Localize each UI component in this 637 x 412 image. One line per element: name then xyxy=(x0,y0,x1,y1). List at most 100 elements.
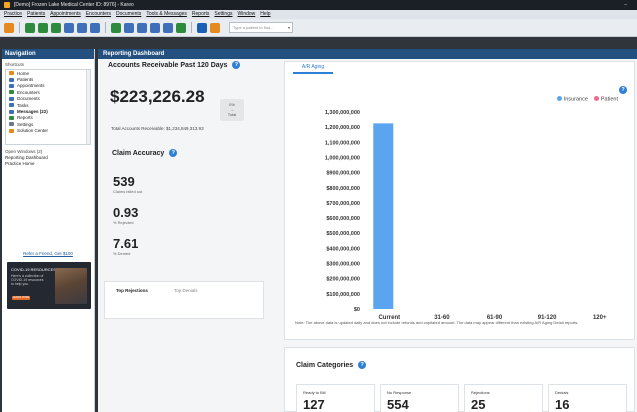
dashboard-header: Reporting Dashboard xyxy=(98,49,637,59)
ar-title-text: Accounts Receivable Past 120 Days xyxy=(108,61,228,69)
menu-practice[interactable]: Practice xyxy=(4,10,22,19)
claim-categories-title: Claim Categories ? xyxy=(296,361,367,369)
category-label: Rejections xyxy=(471,390,490,395)
toolbar-separator xyxy=(191,22,192,33)
refer-a-friend-link[interactable]: Refer a Friend, Get $100 xyxy=(2,251,94,256)
menu-patients[interactable]: Patients xyxy=(27,10,45,19)
sidebar-item-label: Encounters xyxy=(17,89,40,95)
toolbar-icon[interactable] xyxy=(4,22,14,33)
accounts-receivable-card: Accounts Receivable Past 120 Days ? $223… xyxy=(108,61,266,131)
tab-top-rejections[interactable]: Top Rejections xyxy=(116,288,148,293)
app-logo-icon xyxy=(4,2,10,8)
promo-photo xyxy=(55,268,87,304)
reports-icon xyxy=(9,115,14,120)
menu-bar: Practice Patients Appointments Encounter… xyxy=(0,10,637,19)
chevron-down-icon[interactable]: ▾ xyxy=(288,23,290,33)
open-window-practice-home[interactable]: Practice Home xyxy=(2,161,94,167)
y-tick-label: 1,200,000,000 xyxy=(325,125,360,131)
menu-appointments[interactable]: Appointments xyxy=(50,10,81,19)
toolbar-icon[interactable] xyxy=(64,22,74,33)
settings-icon xyxy=(9,122,14,127)
toolbar-icon[interactable] xyxy=(124,22,134,33)
toolbar-icon[interactable] xyxy=(111,22,121,33)
menu-tools-messages[interactable]: Tools & Messages xyxy=(146,10,187,19)
toolbar-icon[interactable] xyxy=(176,22,186,33)
ar-amount: $223,226.28 xyxy=(110,87,205,106)
y-tick-label: $200,000,000 xyxy=(326,277,360,283)
menu-reports[interactable]: Reports xyxy=(192,10,210,19)
stat-claims-billed: 539 Claims billed out xyxy=(113,174,142,194)
ar-aging-bar-chart: $0 $100,000,000 $200,000,000 $300,000,000 $4… xyxy=(325,110,607,321)
patient-search-input[interactable]: Type a patient to find... ▾ xyxy=(229,22,293,33)
category-value: 127 xyxy=(303,397,325,412)
covid-resources-banner[interactable]: COVID-19 RESOURCES Here's a collection o… xyxy=(7,262,91,309)
sidebar-item-label: Reports xyxy=(17,115,33,121)
category-ready-to-bill[interactable]: Ready to Bill 127 xyxy=(296,384,375,412)
category-label: Ready to Bill xyxy=(303,390,326,395)
help-icon[interactable]: ? xyxy=(232,61,241,69)
toolbar-separator xyxy=(19,22,20,33)
category-value: 16 xyxy=(555,397,570,412)
toolbar-icon[interactable] xyxy=(77,22,87,33)
help-icon[interactable]: ? xyxy=(169,149,178,157)
minimize-button[interactable]: – xyxy=(624,0,627,10)
toolbar-icon[interactable] xyxy=(25,22,35,33)
home-icon xyxy=(9,71,14,76)
window-title: [Demo] Frozen Lake Medical Center ID: 89… xyxy=(14,2,134,8)
toolbar-icon[interactable] xyxy=(137,22,147,33)
stat-label: % Denied xyxy=(113,251,131,256)
y-tick-label: $100,000,000 xyxy=(326,292,360,298)
category-denials[interactable]: Denials 16 xyxy=(548,384,627,412)
y-tick-label: $900,000,000 xyxy=(326,171,360,177)
stat-denied: 7.61 % Denied xyxy=(113,236,138,256)
top-rejections-card: Top Rejections Top Denials xyxy=(104,281,264,319)
y-tick-label: $0 xyxy=(354,307,360,313)
reporting-dashboard: Reporting Dashboard Accounts Receivable … xyxy=(98,49,637,412)
claim-accuracy-title-text: Claim Accuracy xyxy=(112,149,165,157)
ar-total-text: Total Accounts Receivable: $1,234,849,31… xyxy=(111,126,204,131)
sidebar-item-label: Documents xyxy=(17,96,40,102)
toolbar-icon[interactable] xyxy=(51,22,61,33)
claim-categories-title-text: Claim Categories xyxy=(296,361,354,369)
shortcuts-scrollbar[interactable] xyxy=(86,70,90,144)
sidebar-item-label: Patients xyxy=(17,77,34,83)
toolbar-icon[interactable] xyxy=(38,22,48,33)
tasks-icon xyxy=(9,103,14,108)
ar-aging-card: A/R Aging ? Insurance Patient $0 $100,000… xyxy=(284,61,635,340)
toolbar-separator xyxy=(105,22,106,33)
category-value: 554 xyxy=(387,397,409,412)
category-no-response[interactable]: No Response 554 xyxy=(380,384,459,412)
stat-label: % Rejected xyxy=(113,220,134,225)
menu-encounters[interactable]: Encounters xyxy=(86,10,111,19)
stat-label: Claims billed out xyxy=(113,189,143,194)
learn-more-button[interactable]: LEARN MORE xyxy=(12,296,30,300)
bar-insurance[interactable] xyxy=(373,123,394,309)
category-rejections[interactable]: Rejections 25 xyxy=(464,384,543,412)
window-titlebar: [Demo] Frozen Lake Medical Center ID: 89… xyxy=(0,0,637,10)
tab-ar-aging[interactable]: A/R Aging xyxy=(293,62,333,74)
menu-window[interactable]: Window xyxy=(237,10,255,19)
toolbar-icon[interactable] xyxy=(197,22,207,33)
y-tick-label: $600,000,000 xyxy=(326,216,360,222)
claim-accuracy-title: Claim Accuracy ? xyxy=(112,149,178,157)
patient-search-placeholder: Type a patient to find... xyxy=(233,25,274,30)
toolbar-icon[interactable] xyxy=(150,22,160,33)
menu-settings[interactable]: Settings xyxy=(214,10,232,19)
open-windows-label: Open Windows (2) xyxy=(5,149,43,154)
encounters-icon xyxy=(9,90,14,95)
promo-text: Here's a collection of COVID-19 resource… xyxy=(11,274,44,286)
toolbar-icon[interactable] xyxy=(90,22,100,33)
sidebar-item-solution-center[interactable]: Solution Center xyxy=(6,128,90,134)
stat-rejected: 0.93 % Rejected xyxy=(113,205,138,225)
tab-top-denials[interactable]: Top Denials xyxy=(174,288,198,293)
toolbar-icon[interactable] xyxy=(163,22,173,33)
toolbar-icon[interactable] xyxy=(210,22,220,33)
y-tick-label: $400,000,000 xyxy=(326,246,360,252)
claim-accuracy-card: Claim Accuracy ? 539 Claims billed out 0… xyxy=(105,139,265,258)
y-tick-label: $300,000,000 xyxy=(326,262,360,268)
patients-icon xyxy=(9,77,14,82)
menu-documents[interactable]: Documents xyxy=(116,10,141,19)
help-icon[interactable]: ? xyxy=(358,361,367,369)
menu-help[interactable]: Help xyxy=(260,10,270,19)
help-icon[interactable]: ? xyxy=(619,86,627,94)
